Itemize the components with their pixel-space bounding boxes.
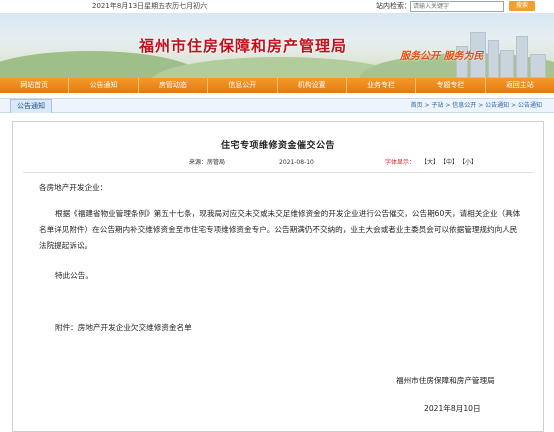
article-meta: 来源：房管局 2021-08-10 字体显示： 【大】 【中】 【小】: [13, 158, 543, 168]
article-panel: 住宅专项维修资金催交公告 来源：房管局 2021-08-10 字体显示： 【大】…: [12, 121, 544, 432]
site-search-label: 站内检索：: [376, 2, 411, 10]
article-source: 来源：房管局: [189, 159, 226, 166]
breadcrumb[interactable]: 首页 > 子站 > 信息公开 > 公告通知 > 公告通知: [411, 99, 542, 112]
current-date: 2021年8月13日星期五农历七月初六: [92, 2, 208, 10]
signature-org: 福州市住房保障和房产管理局: [396, 376, 495, 385]
nav-item-home[interactable]: 网站首页: [0, 78, 70, 93]
banner-building: [488, 40, 499, 78]
nav-item-topics[interactable]: 专题专栏: [416, 78, 486, 93]
banner-building: [530, 54, 546, 78]
font-size-label: 字体显示：: [385, 159, 416, 166]
signature-date: 2021年8月10日: [424, 404, 481, 413]
banner-building: [500, 50, 514, 78]
nav-item-business[interactable]: 业务专栏: [347, 78, 417, 93]
banner-building: [516, 36, 528, 78]
font-size-large[interactable]: 【大】: [421, 158, 439, 168]
nav-item-main-site[interactable]: 返回主站: [486, 78, 554, 93]
site-search-input[interactable]: [410, 1, 504, 12]
font-size-small[interactable]: 【小】: [459, 158, 477, 168]
nav-item-notices[interactable]: 公告通知: [69, 78, 139, 93]
nav-item-organization[interactable]: 机构设置: [278, 78, 347, 93]
top-info-bar: 2021年8月13日星期五农历七月初六 站内检索： 搜索: [0, 0, 554, 13]
section-tab[interactable]: 公告通知: [10, 99, 52, 113]
nav-item-news[interactable]: 房管动态: [139, 78, 209, 93]
site-slogan: 服务公开 服务为民: [400, 51, 484, 62]
closing-statement: 特此公告。: [55, 271, 93, 280]
site-title: 福州市住房保障和房产管理局: [139, 37, 348, 55]
main-nav: 网站首页 公告通知 房管动态 信息公开 机构设置 业务专栏 专题专栏 返回主站: [0, 78, 554, 93]
article-date: 2021-08-10: [279, 159, 314, 166]
breadcrumb-bar: 公告通知 首页 > 子站 > 信息公开 > 公告通知 > 公告通知: [0, 98, 554, 113]
site-banner: 福州市住房保障和房产管理局 服务公开 服务为民: [0, 13, 554, 78]
salutation: 各房地产开发企业：: [39, 183, 108, 192]
divider: [23, 172, 533, 173]
article-body: 根据《福建省物业管理条例》第五十七条，现我局对应交未交或未交足维修资金的开发企业…: [39, 209, 521, 250]
font-size-medium[interactable]: 【中】: [440, 158, 458, 168]
article-title: 住宅专项维修资金催交公告: [220, 141, 335, 151]
search-button[interactable]: 搜索: [509, 1, 535, 11]
nav-item-disclosure[interactable]: 信息公开: [208, 78, 278, 93]
attachment-link[interactable]: 附件：房地产开发企业欠交维修资金名单: [55, 320, 192, 336]
